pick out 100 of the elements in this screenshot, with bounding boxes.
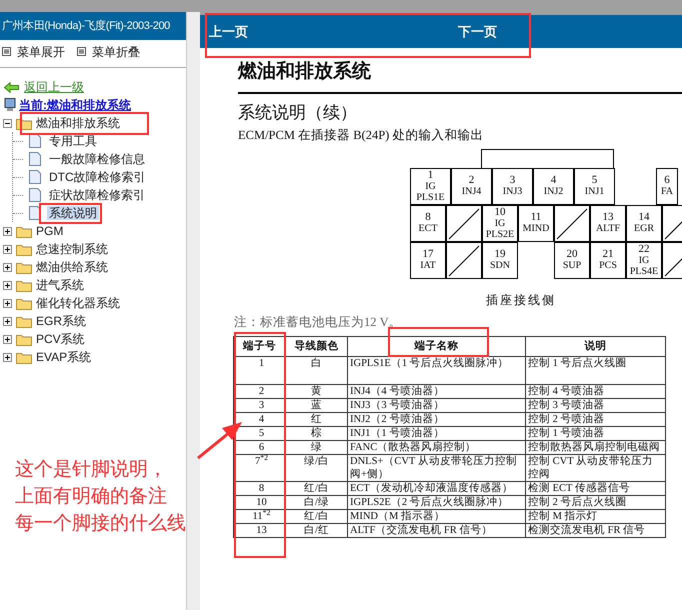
tree-item[interactable]: 怠速控制系统 bbox=[36, 242, 108, 256]
expand-icon[interactable] bbox=[3, 244, 12, 254]
table-cell: 检测交流发电机 FR 信号 bbox=[526, 523, 666, 537]
pin-number: 22 bbox=[638, 244, 650, 255]
pin-label: IG bbox=[425, 180, 436, 192]
pin-number: 4 bbox=[550, 175, 556, 186]
expand-icon[interactable] bbox=[3, 298, 12, 308]
folder-icon bbox=[16, 278, 32, 292]
connector-side-label: 插座接线侧 bbox=[486, 292, 557, 309]
next-page-link[interactable]: 下一页 bbox=[458, 22, 497, 42]
left-arrow-icon bbox=[4, 82, 19, 92]
table-cell: DNLS+（CVT 从动皮带轮压力控制阀+侧） bbox=[348, 454, 526, 481]
table-cell: 控制 4 号喷油器 bbox=[526, 384, 666, 398]
back-link[interactable]: 返回上一级 bbox=[0, 78, 186, 96]
pin-number: 1 bbox=[428, 170, 434, 181]
pin-number: 17 bbox=[422, 249, 434, 260]
pin-number: 14 bbox=[638, 212, 650, 224]
table-cell: ECT（发动机冷却液温度传感器） bbox=[348, 481, 526, 495]
menu-button[interactable]: 菜单折叠 bbox=[77, 42, 140, 60]
tree-item[interactable]: 专用工具 bbox=[47, 134, 99, 148]
tree-item[interactable]: DTC故障检修索引 bbox=[47, 170, 148, 184]
computer-icon bbox=[4, 98, 16, 112]
pin-label: PLS2E bbox=[486, 228, 514, 240]
pin-number: 3 bbox=[510, 175, 516, 186]
column-header: 说明 bbox=[584, 340, 606, 352]
table-cell: 10 bbox=[234, 495, 286, 509]
expand-icon[interactable] bbox=[3, 226, 12, 236]
pin-number: 5 bbox=[592, 175, 598, 186]
table-cell: 绿 bbox=[286, 440, 348, 454]
pin-label: MIND bbox=[522, 223, 550, 234]
table-cell: 绿/白 bbox=[286, 454, 348, 481]
table-cell: 棕 bbox=[286, 426, 348, 440]
pin-label: IG bbox=[494, 218, 506, 229]
folder-icon bbox=[16, 314, 32, 328]
table-cell: INJ4（4 号喷油器） bbox=[348, 384, 526, 398]
pin-number: 2 bbox=[468, 175, 474, 186]
annotation-arrow bbox=[196, 420, 244, 460]
table-cell: 控制 2 号后点火线圈 bbox=[526, 495, 666, 509]
table-cell: 11$^{*2}$ bbox=[234, 509, 286, 523]
current-section: 当前:燃油和排放系统 bbox=[19, 96, 131, 114]
expand-icon[interactable] bbox=[3, 280, 12, 290]
pin-label: ECT bbox=[418, 223, 438, 234]
tree-item[interactable]: EGR系统 bbox=[36, 314, 86, 328]
table-cell: IGPLS2E（2 号后点火线圈脉冲） bbox=[348, 495, 526, 509]
tree-item[interactable]: 系统说明 bbox=[47, 206, 99, 220]
table-cell: 控制 3 号喷油器 bbox=[526, 398, 666, 412]
tree-item[interactable]: 燃油供给系统 bbox=[36, 260, 108, 274]
list-icon bbox=[77, 47, 86, 56]
table-cell: 白 bbox=[286, 356, 348, 384]
folder-icon bbox=[16, 350, 32, 364]
table-cell: 控制 1 号后点火线圈 bbox=[526, 356, 666, 384]
pin-label: PLS4E bbox=[630, 266, 658, 277]
table-cell: 控制散热器风扇控制电磁阀 bbox=[526, 440, 666, 454]
pin-number: 19 bbox=[494, 249, 506, 260]
tree-item[interactable]: 进气系统 bbox=[36, 278, 84, 292]
tree-item[interactable]: 症状故障检修索引 bbox=[47, 188, 147, 202]
expand-icon[interactable] bbox=[3, 316, 12, 326]
tree-item[interactable]: PGM bbox=[36, 224, 64, 238]
pin-label: SDN bbox=[490, 260, 510, 272]
table-cell: FANC（散热器风扇控制） bbox=[348, 440, 526, 454]
pin-label: INJ4 bbox=[462, 186, 482, 198]
table-cell: INJ2（2 号喷油器） bbox=[348, 412, 526, 426]
tree-item[interactable]: EVAP系统 bbox=[36, 350, 92, 364]
expand-icon[interactable] bbox=[3, 352, 12, 362]
pin-number: 10 bbox=[494, 206, 506, 218]
pin-label: EGR bbox=[634, 223, 654, 234]
table-cell: 白/红 bbox=[286, 523, 348, 537]
annotation-text: 每一个脚接的什么线 bbox=[15, 512, 186, 536]
pin-label: PLS1E bbox=[416, 192, 445, 203]
tree-item[interactable]: 燃油和排放系统 bbox=[36, 116, 120, 130]
pin-number: 20 bbox=[566, 249, 578, 260]
collapse-icon[interactable] bbox=[3, 118, 12, 128]
table-cell: 控制 CVT 从动皮带轮压力控阀 bbox=[526, 454, 666, 481]
table-cell: INJ1（1 号喷油器） bbox=[348, 426, 526, 440]
pin-label: SUP bbox=[562, 260, 582, 272]
table-cell: IGPLS1E（1 号后点火线圈脉冲） bbox=[348, 356, 526, 384]
table-cell: INJ3（3 号喷油器） bbox=[348, 398, 526, 412]
connector-caption: ECM/PCM 在插接器 B(24P) 处的输入和输出 bbox=[238, 127, 484, 144]
pin-label: IG bbox=[638, 254, 650, 266]
expand-icon[interactable] bbox=[3, 334, 12, 344]
tree-item[interactable]: PCV系统 bbox=[36, 332, 85, 346]
pin-label: INJ1 bbox=[584, 186, 604, 198]
pin-label: PCS bbox=[599, 260, 617, 272]
tree-item[interactable]: 一般故障检修信息 bbox=[47, 152, 147, 166]
column-header: 导线颜色 bbox=[294, 340, 338, 352]
previous-page-link[interactable]: 上一页 bbox=[209, 22, 248, 42]
expand-icon[interactable] bbox=[3, 262, 12, 272]
menu-button[interactable]: 菜单展开 bbox=[2, 42, 65, 60]
section-heading: 系统说明（续） bbox=[238, 102, 358, 124]
annotation-text: 这个是针脚说明， bbox=[15, 458, 168, 482]
table-cell: 8 bbox=[234, 481, 286, 495]
table-cell: 2 bbox=[234, 384, 286, 398]
table-cell: 7$^{*2}$ bbox=[234, 454, 286, 481]
document-icon bbox=[29, 152, 41, 166]
table-cell: 红/白 bbox=[286, 509, 348, 523]
tree-item[interactable]: 催化转化器系统 bbox=[36, 296, 120, 310]
highlight-frame bbox=[39, 203, 102, 224]
pin-label: ALTF bbox=[596, 223, 620, 234]
document-icon bbox=[29, 170, 41, 184]
document-icon bbox=[29, 206, 41, 220]
